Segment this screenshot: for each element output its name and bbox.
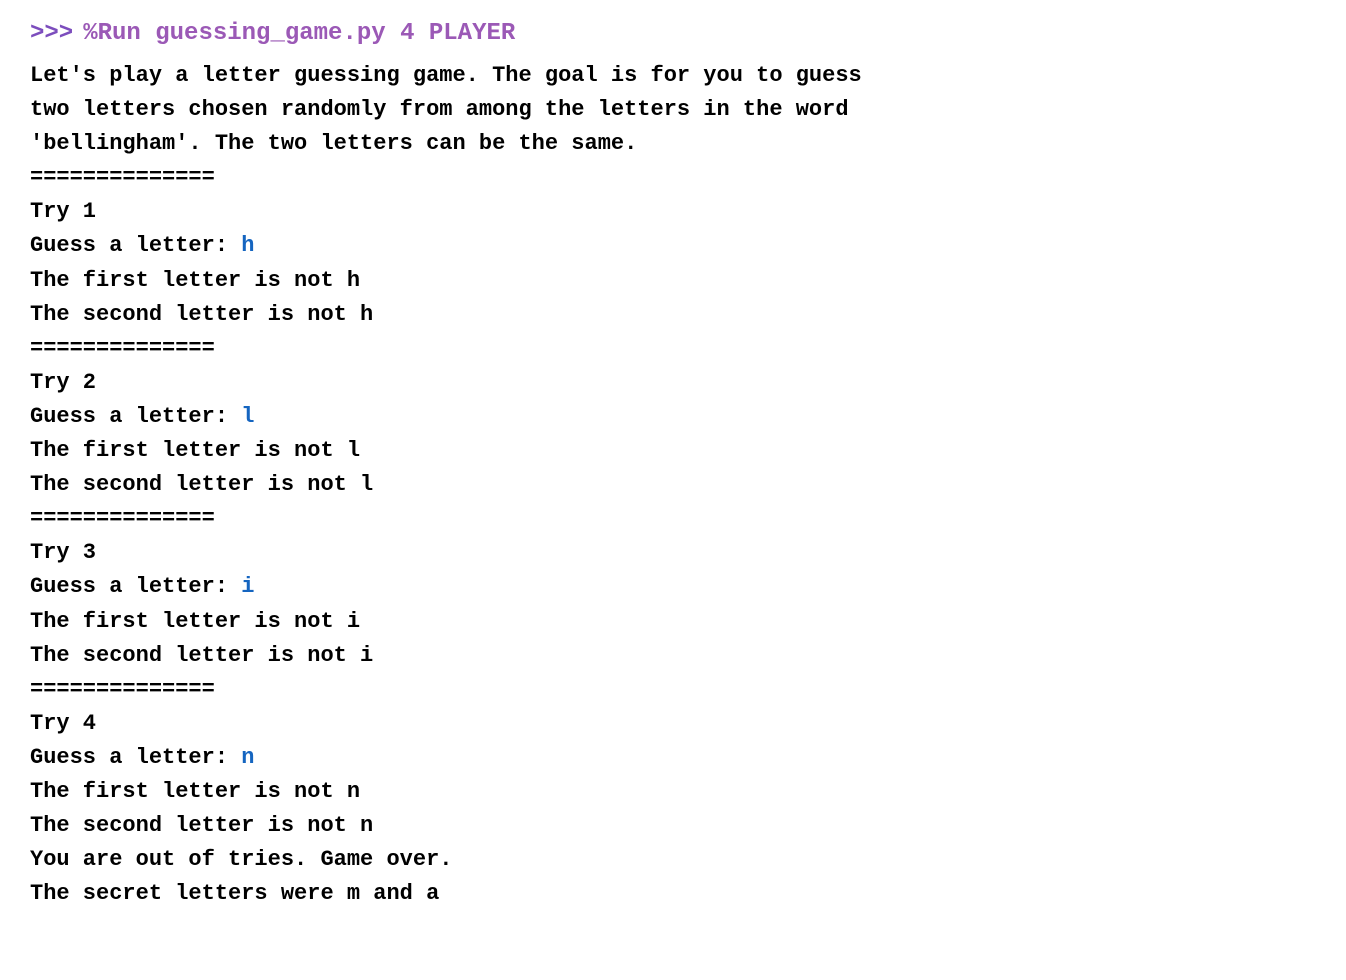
result1b: The second letter is not h [30,298,1316,332]
result2a: The first letter is not l [30,434,1316,468]
sep4: ============== [30,673,1316,707]
guess2-input: l [241,404,254,429]
intro1: Let's play a letter guessing game. The g… [30,59,1316,93]
gameover: You are out of tries. Game over. [30,843,1316,877]
result1a: The first letter is not h [30,264,1316,298]
result4b: The second letter is not n [30,809,1316,843]
guess3-input: i [241,574,254,599]
intro3: 'bellingham'. The two letters can be the… [30,127,1316,161]
guess2: Guess a letter: l [30,400,1316,434]
sep2: ============== [30,332,1316,366]
result4a: The first letter is not n [30,775,1316,809]
result2b: The second letter is not l [30,468,1316,502]
try4: Try 4 [30,707,1316,741]
guess3: Guess a letter: i [30,570,1316,604]
sep1: ============== [30,161,1316,195]
result3b: The second letter is not i [30,639,1316,673]
prompt-line: >>> %Run guessing_game.py 4 PLAYER [30,20,1316,47]
secret: The secret letters were m and a [30,877,1316,911]
prompt-command: %Run guessing_game.py 4 PLAYER [83,20,515,47]
try2: Try 2 [30,366,1316,400]
guess1: Guess a letter: h [30,229,1316,263]
guess1-input: h [241,233,254,258]
output-block: Let's play a letter guessing game. The g… [30,59,1316,911]
prompt-arrow: >>> [30,20,73,47]
try3: Try 3 [30,536,1316,570]
intro2: two letters chosen randomly from among t… [30,93,1316,127]
guess4-input: n [241,745,254,770]
result3a: The first letter is not i [30,605,1316,639]
terminal-window: >>> %Run guessing_game.py 4 PLAYER Let's… [30,20,1316,911]
try1: Try 1 [30,195,1316,229]
guess4: Guess a letter: n [30,741,1316,775]
sep3: ============== [30,502,1316,536]
